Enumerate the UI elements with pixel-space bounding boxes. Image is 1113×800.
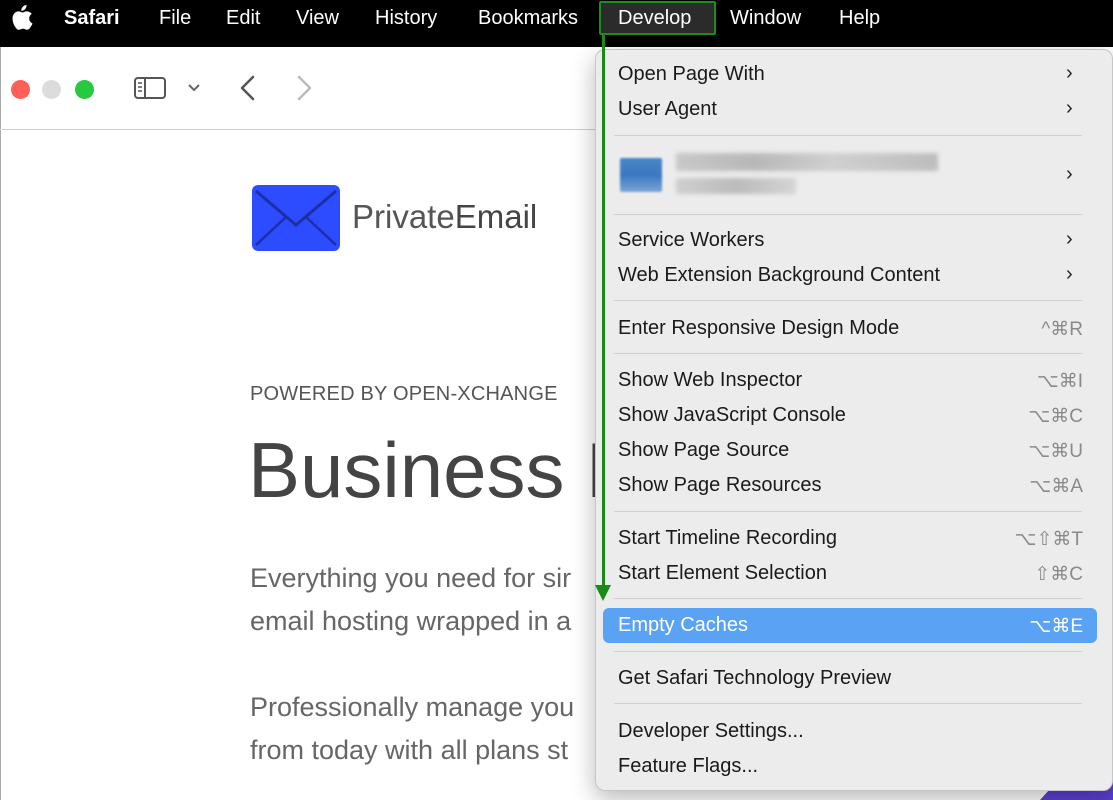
menu-item-show-javascript-console[interactable]: Show JavaScript Console	[618, 404, 846, 427]
menu-window[interactable]: Window	[730, 0, 801, 36]
shortcut-label: ^⌘R	[1041, 319, 1083, 340]
blurred-device-name[interactable]	[676, 153, 938, 171]
menu-separator	[614, 214, 1082, 215]
submenu-chevron-icon: ›	[1066, 97, 1073, 119]
shortcut-label: ⌥⌘U	[1028, 441, 1083, 462]
menu-separator	[614, 598, 1082, 599]
menu-item-start-element-selection[interactable]: Start Element Selection	[618, 562, 827, 585]
menu-separator	[614, 703, 1082, 704]
menu-item-user-agent[interactable]: User Agent	[618, 98, 717, 121]
menu-item-developer-settings[interactable]: Developer Settings...	[618, 720, 804, 743]
menu-item-show-web-inspector[interactable]: Show Web Inspector	[618, 369, 802, 392]
submenu-chevron-icon: ›	[1066, 263, 1073, 285]
menu-edit[interactable]: Edit	[226, 0, 260, 36]
private-email-logo-icon	[252, 185, 340, 251]
intro-line-2: email hosting wrapped in a	[250, 606, 572, 636]
powered-by-label: POWERED BY OPEN-XCHANGE	[250, 383, 558, 405]
chevron-down-icon[interactable]	[187, 83, 201, 93]
submenu-chevron-icon: ›	[1066, 62, 1073, 84]
menu-item-responsive-design-mode[interactable]: Enter Responsive Design Mode	[618, 317, 899, 340]
menu-item-web-extension-background[interactable]: Web Extension Background Content	[618, 264, 940, 287]
menu-item-show-page-source[interactable]: Show Page Source	[618, 439, 789, 462]
menu-separator	[614, 651, 1082, 652]
intro-line-1: Everything you need for sir	[250, 563, 572, 593]
submenu-chevron-icon: ›	[1066, 163, 1073, 185]
menu-separator	[614, 353, 1082, 354]
menu-file[interactable]: File	[159, 0, 191, 36]
menu-item-empty-caches[interactable]: Empty Caches	[618, 614, 748, 637]
menu-safari[interactable]: Safari	[64, 0, 120, 36]
manage-line-1: Professionally manage you	[250, 692, 575, 722]
apple-icon[interactable]	[11, 5, 33, 31]
menu-separator	[614, 300, 1082, 301]
forward-arrow-icon[interactable]	[294, 75, 314, 101]
private-email-logo-text[interactable]: PrivateEmail	[352, 198, 537, 236]
menu-help[interactable]: Help	[839, 0, 880, 36]
close-window-button[interactable]	[11, 80, 30, 99]
menu-item-get-safari-technology-preview[interactable]: Get Safari Technology Preview	[618, 667, 891, 690]
manage-line-2: from today with all plans st	[250, 735, 569, 765]
minimize-window-button[interactable]	[42, 80, 61, 99]
shortcut-label: ⌥⇧⌘T	[1014, 529, 1083, 550]
menu-item-feature-flags[interactable]: Feature Flags...	[618, 755, 758, 778]
back-arrow-icon[interactable]	[238, 75, 258, 101]
menu-develop[interactable]: Develop	[618, 0, 691, 36]
shortcut-label: ⌥⌘A	[1029, 476, 1083, 497]
menu-item-open-page-with[interactable]: Open Page With	[618, 63, 765, 86]
submenu-chevron-icon: ›	[1066, 228, 1073, 250]
menu-separator	[614, 511, 1082, 512]
shortcut-label: ⌥⌘I	[1036, 371, 1083, 392]
page-headline: Business E	[248, 426, 639, 514]
menu-item-service-workers[interactable]: Service Workers	[618, 229, 764, 252]
menu-item-show-page-resources[interactable]: Show Page Resources	[618, 474, 821, 497]
blurred-device-detail	[676, 178, 796, 194]
menu-history[interactable]: History	[375, 0, 437, 36]
device-icon[interactable]	[620, 158, 662, 192]
shortcut-label: ⇧⌘C	[1034, 564, 1083, 585]
menu-item-start-timeline-recording[interactable]: Start Timeline Recording	[618, 527, 837, 550]
shortcut-label: ⌥⌘C	[1028, 406, 1083, 427]
annotation-arrow-head-icon	[595, 585, 611, 601]
zoom-window-button[interactable]	[75, 80, 94, 99]
shortcut-label: ⌥⌘E	[1029, 616, 1083, 637]
menu-bookmarks[interactable]: Bookmarks	[478, 0, 578, 36]
menu-separator	[614, 135, 1082, 136]
annotation-arrow-line	[602, 35, 605, 595]
sidebar-toggle-icon[interactable]	[134, 77, 166, 99]
menu-view[interactable]: View	[296, 0, 339, 36]
